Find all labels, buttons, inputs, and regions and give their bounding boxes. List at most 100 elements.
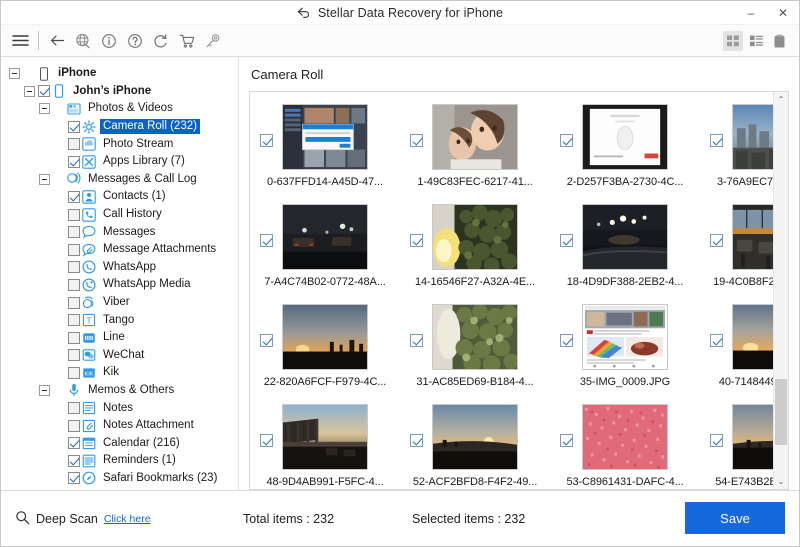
info-icon[interactable] xyxy=(96,28,122,54)
back-icon[interactable] xyxy=(44,28,70,54)
tree-checkbox[interactable] xyxy=(68,261,80,274)
tree-expander-icon[interactable] xyxy=(39,103,50,115)
thumbnail-checkbox[interactable] xyxy=(260,234,273,247)
sidebar-item-whatsapp[interactable]: WhatsApp xyxy=(1,259,238,277)
tree-checkbox[interactable] xyxy=(68,226,80,239)
tree-checkbox[interactable] xyxy=(38,85,50,98)
sidebar-item-messages-call-log[interactable]: Messages & Call Log xyxy=(1,171,238,189)
save-button[interactable]: Save xyxy=(685,502,785,534)
close-button[interactable]: ✕ xyxy=(767,1,799,25)
thumbnail-item[interactable]: 1-49C83FEC-6217-41... xyxy=(400,98,550,198)
sidebar-item-photos-videos[interactable]: Photos & Videos xyxy=(1,100,238,118)
thumbnail-image[interactable] xyxy=(282,104,368,170)
tree-checkbox[interactable] xyxy=(68,331,80,344)
thumbnail-image[interactable] xyxy=(432,404,518,470)
thumbnail-image[interactable] xyxy=(432,304,518,370)
tree-checkbox[interactable] xyxy=(68,402,80,415)
thumbnail-checkbox[interactable] xyxy=(410,434,423,447)
tree-expander-icon[interactable] xyxy=(39,384,50,396)
thumbnail-item[interactable]: 18-4D9DF388-2EB2-4... xyxy=(550,198,700,298)
sidebar-item-safari-bookmarks-23[interactable]: Safari Bookmarks (23) xyxy=(1,470,238,488)
sidebar-item-whatsapp-media[interactable]: WhatsApp Media xyxy=(1,276,238,294)
tree-checkbox[interactable] xyxy=(68,366,80,379)
thumbnail-checkbox[interactable] xyxy=(560,434,573,447)
thumbnail-checkbox[interactable] xyxy=(260,134,273,147)
hamburger-menu-icon[interactable] xyxy=(7,28,33,54)
thumbnail-image[interactable] xyxy=(582,404,668,470)
sidebar-item-contacts-1[interactable]: Contacts (1) xyxy=(1,188,238,206)
tree-checkbox[interactable] xyxy=(68,120,80,133)
sidebar-item-notes[interactable]: Notes xyxy=(1,399,238,417)
sidebar-item-reminders-1[interactable]: Reminders (1) xyxy=(1,452,238,470)
thumbnail-image[interactable] xyxy=(582,304,668,370)
tree-checkbox[interactable] xyxy=(68,472,80,485)
thumbnail-image[interactable] xyxy=(732,204,773,270)
sidebar-item-photo-stream[interactable]: Photo Stream xyxy=(1,135,238,153)
sidebar-item-kik[interactable]: KIK Kik xyxy=(1,364,238,382)
tree-checkbox[interactable] xyxy=(68,349,80,362)
thumbnail-item[interactable]: 7-A4C74B02-0772-48A... xyxy=(250,198,400,298)
thumbnail-checkbox[interactable] xyxy=(410,234,423,247)
sidebar-item-calendar-216[interactable]: Calendar (216) xyxy=(1,434,238,452)
thumbnail-item[interactable]: 0-637FFD14-A45D-47... xyxy=(250,98,400,198)
thumbnail-image[interactable] xyxy=(732,404,773,470)
tree-checkbox[interactable] xyxy=(68,138,80,151)
thumbnail-checkbox[interactable] xyxy=(410,134,423,147)
tree-checkbox[interactable] xyxy=(68,296,80,309)
cart-icon[interactable] xyxy=(174,28,200,54)
thumbnail-checkbox[interactable] xyxy=(710,134,723,147)
deep-scan-group[interactable]: Deep Scan Click here xyxy=(15,510,239,528)
refresh-icon[interactable] xyxy=(148,28,174,54)
thumbnail-item[interactable]: 22-820A6FCF-F979-4C... xyxy=(250,298,400,398)
thumbnail-image[interactable] xyxy=(582,204,668,270)
thumbnail-item[interactable]: 3-76A9EC7F-83A7-40... xyxy=(700,98,773,198)
globe-icon[interactable] xyxy=(70,28,96,54)
thumbnail-item[interactable]: 19-4C0B8F20-FC1C-49... xyxy=(700,198,773,298)
list-view-icon[interactable] xyxy=(746,31,766,51)
thumbnail-checkbox[interactable] xyxy=(710,434,723,447)
tree-expander-icon[interactable] xyxy=(9,68,20,80)
thumbnail-item[interactable]: 40-71484498-CF66-4... xyxy=(700,298,773,398)
thumbnail-item[interactable]: 48-9D4AB991-F5FC-4... xyxy=(250,398,400,489)
thumbnail-image[interactable] xyxy=(732,304,773,370)
thumbnail-checkbox[interactable] xyxy=(710,334,723,347)
thumbnail-checkbox[interactable] xyxy=(560,334,573,347)
help-icon[interactable] xyxy=(122,28,148,54)
thumbnail-image[interactable] xyxy=(282,404,368,470)
thumbnail-item[interactable]: 54-E743B2B2-7506-48... xyxy=(700,398,773,489)
thumbnail-image[interactable] xyxy=(282,204,368,270)
thumbnail-item[interactable]: 52-ACF2BFD8-F4F2-49... xyxy=(400,398,550,489)
thumbnail-image[interactable] xyxy=(582,104,668,170)
thumbnail-scrollbar[interactable]: ⌃ ⌄ xyxy=(773,92,788,489)
thumbnail-checkbox[interactable] xyxy=(260,334,273,347)
tree-checkbox[interactable] xyxy=(68,243,80,256)
tree-checkbox[interactable] xyxy=(68,278,80,291)
thumbnail-image[interactable] xyxy=(282,304,368,370)
tree-checkbox[interactable] xyxy=(68,437,80,450)
thumbnail-checkbox[interactable] xyxy=(260,434,273,447)
tree-checkbox[interactable] xyxy=(68,419,80,432)
sidebar-item-call-history[interactable]: Call History xyxy=(1,206,238,224)
thumbnail-item[interactable]: 2-D257F3BA-2730-4C... xyxy=(550,98,700,198)
deep-scan-link[interactable]: Click here xyxy=(104,513,151,525)
sidebar-item-memos-others[interactable]: Memos & Others xyxy=(1,382,238,400)
sidebar-item-camera-roll-232[interactable]: Camera Roll (232) xyxy=(1,118,238,136)
scrollbar-track[interactable] xyxy=(774,107,789,474)
thumbnail-checkbox[interactable] xyxy=(710,234,723,247)
thumbnail-checkbox[interactable] xyxy=(410,334,423,347)
sidebar-item-viber[interactable]: Viber xyxy=(1,294,238,312)
scroll-down-button[interactable]: ⌄ xyxy=(774,474,789,489)
tree-expander-icon[interactable] xyxy=(39,173,50,185)
sidebar-item-apps-library-7[interactable]: Apps Library (7) xyxy=(1,153,238,171)
preview-view-icon[interactable] xyxy=(769,31,789,51)
thumbnail-item[interactable]: 53-C8961431-DAFC-4... xyxy=(550,398,700,489)
sidebar-item-wechat[interactable]: WeChat xyxy=(1,347,238,365)
sidebar-item-tango[interactable]: T Tango xyxy=(1,311,238,329)
key-icon[interactable] xyxy=(200,28,226,54)
scroll-up-button[interactable]: ⌃ xyxy=(774,92,789,107)
tree-checkbox[interactable] xyxy=(68,208,80,221)
scrollbar-thumb[interactable] xyxy=(774,378,787,445)
thumbnail-item[interactable]: 14-16546F27-A32A-4E... xyxy=(400,198,550,298)
tree-checkbox[interactable] xyxy=(68,190,80,203)
sidebar-item-john-s-iphone[interactable]: John’s iPhone xyxy=(1,83,238,101)
